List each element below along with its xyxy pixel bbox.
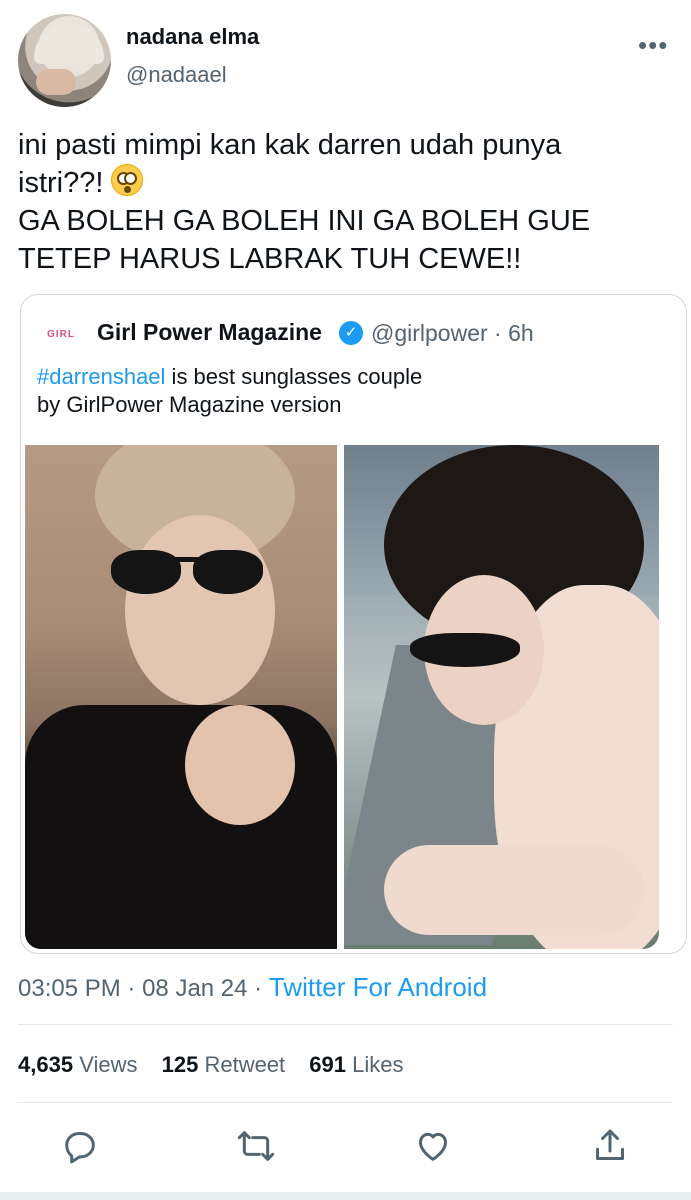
quoted-handle-time: @girlpower · 6h [371, 320, 534, 346]
share-icon[interactable] [590, 1126, 630, 1166]
left-lens-shape [111, 550, 181, 594]
retweet-icon[interactable] [236, 1126, 276, 1166]
tweet-line-3: GA BOLEH GA BOLEH INI GA BOLEH GUE [18, 205, 591, 237]
hashtag-link[interactable]: #darrenshael [37, 364, 165, 389]
bridge-shape [175, 557, 199, 562]
engagement-stats: 4,635 Views 125 Retweet 691 Likes [18, 1052, 404, 1078]
face-shape [125, 515, 275, 705]
divider [18, 1024, 673, 1025]
like-icon[interactable] [413, 1126, 453, 1166]
quoted-text-line-2: by GirlPower Magazine version [37, 392, 342, 417]
likes-label[interactable]: Likes [352, 1052, 403, 1077]
tweet-date: 08 Jan 24 [142, 975, 248, 1002]
more-dots-icon[interactable]: ••• [638, 30, 668, 61]
author-name[interactable]: nadana elma [126, 24, 259, 50]
girl-power-logo[interactable]: GIRL [43, 317, 79, 353]
man-in-sunglasses-photo[interactable] [25, 445, 337, 949]
right-lens-shape [193, 550, 263, 594]
retweets-count[interactable]: 125 [162, 1052, 199, 1077]
tweet-line-2-text: istri??! [18, 167, 104, 199]
woman-in-sunglasses-photo[interactable] [344, 445, 659, 949]
quoted-tweet-card[interactable]: GIRL Girl Power Magazine ✓ @girlpower · … [20, 294, 687, 954]
hand-shape [185, 705, 295, 825]
quoted-author-name[interactable]: Girl Power Magazine [97, 319, 322, 346]
author-handle[interactable]: @nadaael [126, 62, 227, 88]
avatar-cap-shape [34, 24, 104, 64]
author-avatar[interactable] [18, 14, 111, 107]
source-link[interactable]: Twitter For Android [269, 972, 487, 1002]
meta-separator: · [254, 975, 269, 1002]
views-label: Views [79, 1052, 138, 1077]
reply-icon[interactable] [60, 1126, 100, 1166]
tweet-line-1: ini pasti mimpi kan kak darren udah puny… [18, 129, 562, 161]
tweet-line-2: istri??! [18, 164, 668, 202]
action-bar [0, 1118, 691, 1174]
retweets-label[interactable]: Retweet [204, 1052, 285, 1077]
tweet-line-4: TETEP HARUS LABRAK TUH CEWE!! [18, 243, 522, 275]
quoted-text-rest: is best sunglasses couple [165, 364, 423, 389]
likes-count[interactable]: 691 [309, 1052, 346, 1077]
tweet-header: nadana elma @nadaael ••• [0, 0, 691, 115]
tweet-time: 03:05 PM [18, 975, 121, 1002]
verified-badge-icon: ✓ [339, 321, 363, 345]
views-count: 4,635 [18, 1052, 74, 1077]
bottom-separator [0, 1192, 691, 1200]
divider [18, 1102, 673, 1103]
tweet-text: ini pasti mimpi kan kak darren udah puny… [18, 126, 668, 278]
tweet-meta: 03:05 PM · 08 Jan 24 · Twitter For Andro… [18, 972, 487, 1003]
flushed-face-emoji-icon [111, 164, 144, 196]
meta-separator: · [127, 975, 143, 1002]
quoted-text: #darrenshael is best sunglasses couple b… [37, 363, 657, 419]
sunglasses-shape [410, 633, 520, 667]
arm-shape [384, 845, 644, 935]
avatar-hand-shape [36, 69, 76, 95]
